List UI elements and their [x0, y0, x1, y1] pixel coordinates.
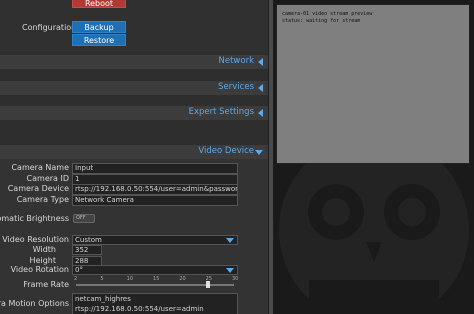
preview-overlay-line1: camera-01 video stream preview — [282, 11, 373, 17]
extra-motion-options-field[interactable]: netcam_highres rtsp://192.168.0.50:554/u… — [72, 293, 238, 314]
section-expert-settings[interactable]: Expert Settings — [0, 106, 268, 120]
dropdown-arrow-icon — [226, 238, 234, 243]
camera-type-field[interactable]: Network Camera — [72, 195, 238, 206]
frame-rate-tick-label: 2 — [74, 276, 78, 282]
width-label: Width — [32, 245, 56, 254]
auto-brightness-toggle[interactable]: OFF — [73, 214, 95, 223]
video-resolution-select[interactable]: Custom — [72, 235, 238, 245]
frame-rate-tick-label: 30 — [232, 276, 239, 282]
reboot-button[interactable]: Reboot — [72, 0, 126, 8]
section-expert-settings-title: Expert Settings — [188, 107, 254, 117]
scrollbar-thumb[interactable] — [269, 0, 273, 314]
frame-rate-tick-label: 5 — [100, 276, 104, 282]
section-divider — [0, 69, 268, 81]
section-services[interactable]: Services — [0, 81, 268, 95]
configuration-label: Configuration — [22, 23, 77, 32]
auto-brightness-label: Automatic Brightness — [0, 214, 69, 223]
expanded-caret-icon — [255, 150, 263, 155]
collapsed-caret-icon — [258, 58, 263, 66]
camera-device-field[interactable]: rtsp://192.168.0.50:554/user=admin&passw… — [72, 184, 238, 195]
camera-type-label: Camera Type — [16, 195, 69, 204]
section-network[interactable]: Network — [0, 55, 268, 69]
video-rotation-select[interactable]: 0° — [72, 265, 238, 275]
extra-motion-options-label: Extra Motion Options — [0, 299, 69, 308]
general-settings-area: Reboot Configuration Backup Restore — [0, 0, 268, 52]
frame-rate-tick-label: 20 — [179, 276, 186, 282]
collapsed-caret-icon — [258, 84, 263, 92]
collapsed-caret-icon — [258, 109, 263, 117]
video-resolution-value: Custom — [75, 236, 102, 244]
frame-rate-slider-track[interactable] — [76, 284, 234, 286]
camera-id-label: Camera ID — [26, 174, 69, 183]
section-divider — [0, 120, 268, 145]
settings-panel: Reboot Configuration Backup Restore Netw… — [0, 0, 268, 314]
video-resolution-label: Video Resolution — [2, 235, 69, 244]
frame-rate-tick-label: 10 — [126, 276, 134, 282]
frame-rate-slider-handle[interactable] — [205, 281, 210, 288]
frame-rate-label: Frame Rate — [23, 280, 69, 289]
section-video-device-title: Video Device — [198, 146, 254, 156]
section-divider — [0, 95, 268, 106]
video-rotation-value: 0° — [75, 266, 83, 274]
dropdown-arrow-icon — [226, 268, 234, 273]
backup-button[interactable]: Backup — [72, 21, 126, 33]
preview-overlay-line2: status: waiting for stream — [282, 18, 361, 24]
height-label: Height — [29, 256, 56, 265]
restore-button[interactable]: Restore — [72, 34, 126, 46]
camera-preview[interactable]: camera-01 video stream preview status: w… — [276, 4, 470, 164]
camera-device-label: Camera Device — [7, 184, 69, 193]
section-video-device[interactable]: Video Device — [0, 145, 268, 159]
section-services-title: Services — [218, 82, 254, 92]
section-network-title: Network — [218, 56, 255, 66]
camera-name-label: Camera Name — [11, 163, 69, 172]
frame-rate-tick-label: 15 — [153, 276, 160, 282]
camera-name-field[interactable]: Input — [72, 163, 238, 174]
video-rotation-label: Video Rotation — [10, 265, 69, 274]
width-field[interactable]: 352 — [72, 245, 102, 255]
